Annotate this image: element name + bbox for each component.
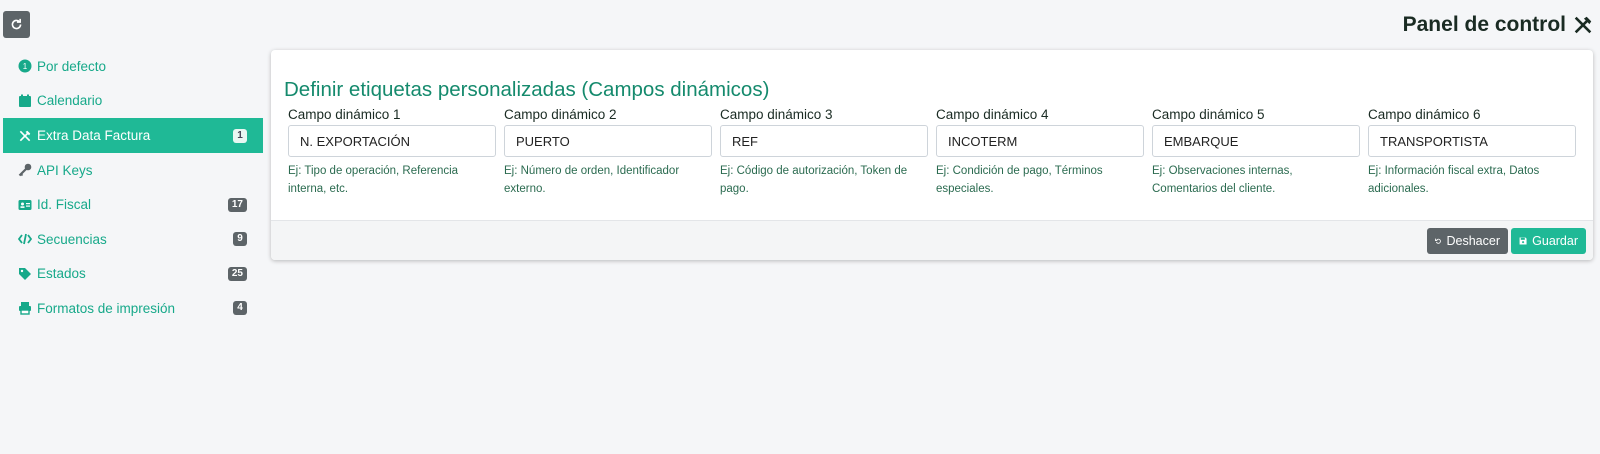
save-button[interactable]: Guardar [1511, 228, 1586, 254]
field-label: Campo dinámico 1 [288, 107, 401, 122]
refresh-icon [11, 18, 22, 30]
sidebar-item-extra-data-factura[interactable]: Extra Data Factura 1 [3, 118, 263, 153]
card-footer: Deshacer Guardar [271, 220, 1593, 260]
sidebar-item-label: Estados [37, 266, 86, 282]
sidebar-item-por-defecto[interactable]: 1 Por defecto [3, 49, 263, 84]
count-badge: 4 [233, 301, 247, 316]
field-label: Campo dinámico 5 [1152, 107, 1265, 122]
dynamic-field-6-input[interactable] [1368, 125, 1576, 157]
field-help-text: Ej: Información fiscal extra, Datos adic… [1368, 165, 1540, 195]
dynamic-field-5: Campo dinámico 5 Ej: Observaciones inter… [1152, 107, 1360, 198]
sidebar-item-api-keys[interactable]: API Keys [3, 153, 263, 188]
tags-icon [18, 267, 32, 281]
tools-icon [18, 129, 32, 143]
sidebar-item-label: Extra Data Factura [37, 128, 151, 143]
print-icon [18, 301, 32, 315]
sidebar-item-label: Id. Fiscal [37, 197, 92, 213]
field-label: Campo dinámico 4 [936, 107, 1049, 122]
count-badge: 17 [227, 197, 247, 212]
tools-icon [1574, 16, 1592, 34]
dynamic-field-4: Campo dinámico 4 Ej: Condición de pago, … [936, 107, 1144, 198]
id-card-icon [18, 198, 32, 212]
dynamic-field-4-input[interactable] [936, 125, 1144, 157]
field-help-text: Ej: Condición de pago, Términos especial… [936, 165, 1103, 195]
dynamic-field-1-input[interactable] [288, 125, 496, 157]
dynamic-field-3: Campo dinámico 3 Ej: Código de autorizac… [720, 107, 928, 198]
field-help-text: Ej: Observaciones internas, Comentarios … [1152, 165, 1293, 195]
sidebar-item-label: Calendario [37, 93, 103, 109]
save-button-label: Guardar [1532, 234, 1578, 248]
dynamic-field-2: Campo dinámico 2 Ej: Número de orden, Id… [504, 107, 712, 198]
number-circle-icon: 1 [18, 59, 32, 73]
calendar-icon [18, 94, 32, 108]
custom-fields-card: Definir etiquetas personalizadas (Campos… [271, 50, 1593, 260]
sidebar-item-calendario[interactable]: Calendario [3, 84, 263, 119]
dynamic-field-1: Campo dinámico 1 Ej: Tipo de operación, … [288, 107, 496, 198]
field-label: Campo dinámico 2 [504, 107, 617, 122]
count-badge: 9 [233, 232, 247, 247]
code-icon [18, 232, 32, 246]
sidebar-item-estados[interactable]: Estados 25 [3, 257, 263, 292]
sidebar: 1 Por defecto Calendario Extra Data Fact… [3, 49, 263, 326]
dynamic-field-3-input[interactable] [720, 125, 928, 157]
sidebar-item-label: Por defecto [37, 58, 107, 74]
dynamic-field-2-input[interactable] [504, 125, 712, 157]
dynamic-fields-row: Campo dinámico 1 Ej: Tipo de operación, … [288, 107, 1576, 198]
page-title: Panel de control [1403, 13, 1594, 37]
sidebar-item-label: Secuencias [37, 231, 107, 247]
dynamic-field-5-input[interactable] [1152, 125, 1360, 157]
field-label: Campo dinámico 6 [1368, 107, 1481, 122]
svg-text:1: 1 [23, 62, 28, 71]
card-title: Definir etiquetas personalizadas (Campos… [284, 78, 770, 101]
field-help-text: Ej: Tipo de operación, Referencia intern… [288, 165, 459, 195]
sidebar-item-label: Formatos de impresión [37, 300, 176, 316]
floppy-disk-icon [1519, 237, 1527, 245]
sidebar-item-label: API Keys [37, 162, 93, 178]
field-help-text: Ej: Código de autorización, Token de pag… [720, 165, 908, 195]
sidebar-item-secuencias[interactable]: Secuencias 9 [3, 222, 263, 257]
undo-button-label: Deshacer [1446, 234, 1501, 248]
sidebar-item-id-fiscal[interactable]: Id. Fiscal 17 [3, 188, 263, 223]
sidebar-item-formatos-de-impresion[interactable]: Formatos de impresión 4 [3, 291, 263, 326]
field-label: Campo dinámico 3 [720, 107, 833, 122]
undo-button[interactable]: Deshacer [1427, 228, 1508, 254]
field-help-text: Ej: Número de orden, Identificador exter… [504, 165, 680, 195]
count-badge: 1 [233, 128, 247, 143]
dynamic-field-6: Campo dinámico 6 Ej: Información fiscal … [1368, 107, 1576, 198]
refresh-button[interactable] [3, 11, 30, 38]
key-icon [18, 163, 32, 177]
count-badge: 25 [227, 266, 247, 281]
undo-icon [1435, 238, 1441, 244]
page-title-text: Panel de control [1402, 13, 1566, 36]
